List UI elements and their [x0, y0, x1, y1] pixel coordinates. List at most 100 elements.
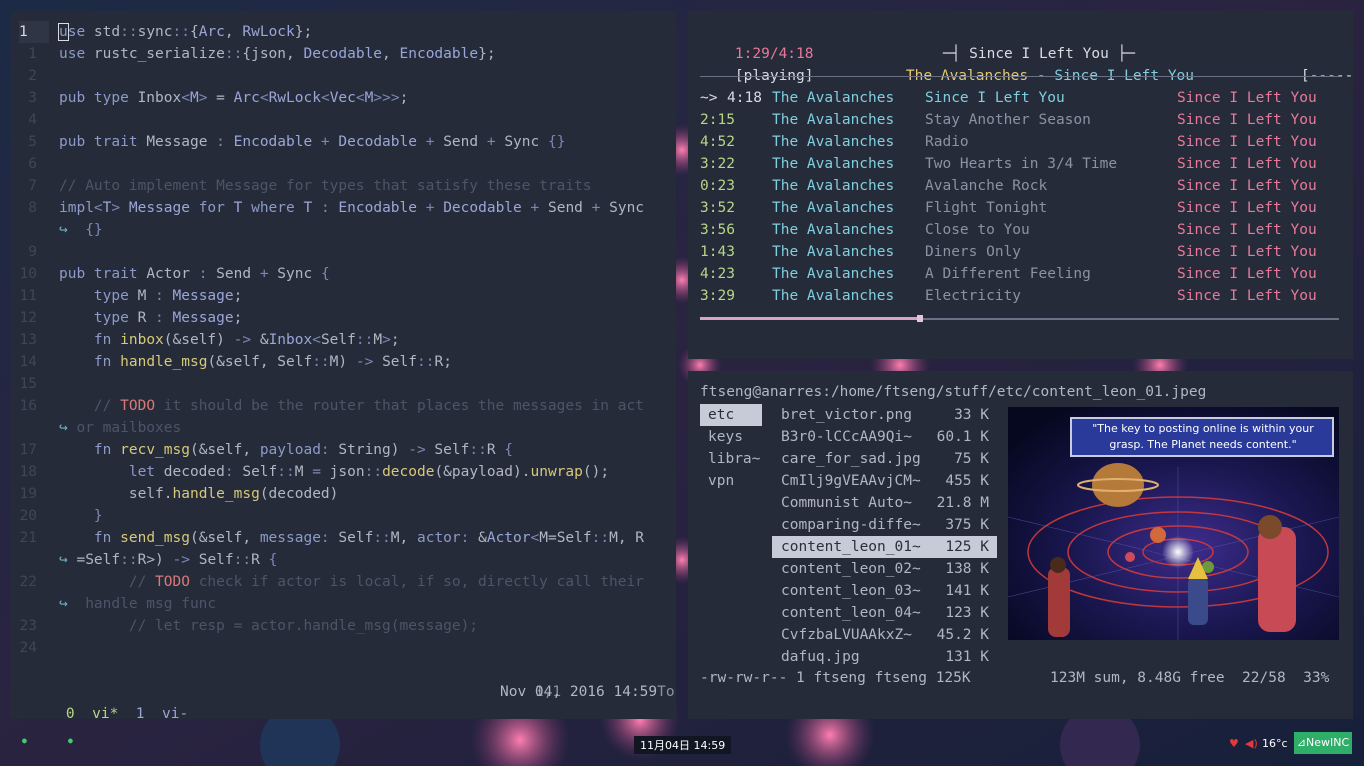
code-line[interactable]: 16 // TODO it should be the router that …	[11, 395, 676, 417]
line-number: 1	[28, 46, 37, 62]
code-token: +	[521, 200, 548, 216]
code-token: // Auto implement Message for types that…	[59, 178, 592, 194]
tmux-window-name[interactable]: vi*	[92, 706, 118, 719]
progress-handle[interactable]	[917, 315, 923, 322]
code-line[interactable]: ↪ handle msg func	[11, 593, 676, 615]
code-line[interactable]: 3 pub type Inbox<M> = Arc<RwLock<Vec<M>>>…	[11, 87, 676, 109]
code-line[interactable]: 1 use std::sync::{Arc, RwLock};	[11, 21, 676, 43]
code-line[interactable]: 14 fn handle_msg(&self, Self::M) -> Self…	[11, 351, 676, 373]
code-line[interactable]: 15	[11, 373, 676, 395]
code-token: unwrap	[530, 464, 583, 480]
code-line[interactable]: 11 type M : Message;	[11, 285, 676, 307]
track-artist: The Avalanches	[772, 134, 895, 150]
parent-dir-item[interactable]: etc	[700, 404, 762, 426]
volume-icon[interactable]: ◀)	[1245, 737, 1258, 750]
vim-editor-pane[interactable]: 1 use std::sync::{Arc, RwLock}; 1 use rustc…	[11, 11, 676, 719]
code-line[interactable]: 9	[11, 241, 676, 263]
code-line[interactable]: 1 use rustc_serialize::{json, Decodable, …	[11, 43, 676, 65]
code-token: <	[259, 90, 269, 106]
track-row[interactable]: 3:52 The Avalanches Flight Tonight Since I …	[688, 197, 1353, 219]
scroll-position: Top	[657, 684, 676, 700]
track-row[interactable]: 1:43 The Avalanches Diners Only Since I Lef…	[688, 241, 1353, 263]
code-line[interactable]: ↪ or mailboxes	[11, 417, 676, 439]
track-row[interactable]: 3:56 The Avalanches Close to You Since I Le…	[688, 219, 1353, 241]
code-token: ->	[233, 332, 252, 348]
code-token: >	[111, 200, 129, 216]
code-token: :	[155, 310, 173, 326]
newinc-button[interactable]: ⊿NewINC	[1294, 732, 1352, 754]
workspace-dot-icon[interactable]: ●	[22, 736, 27, 745]
code-token: };	[294, 24, 313, 40]
file-name: dafuq.jpg	[781, 649, 860, 665]
code-line[interactable]: 5 pub trait Message : Encodable + Decodab…	[11, 131, 676, 153]
code-token: Inbox	[268, 332, 313, 348]
code-line[interactable]: 10 pub trait Actor : Send + Sync {	[11, 263, 676, 285]
track-row[interactable]: 0:23 The Avalanches Avalanche Rock Since I …	[688, 175, 1353, 197]
code-line[interactable]: 7 // Auto implement Message for types tha…	[11, 175, 676, 197]
code-token: M=Self	[539, 530, 592, 546]
code-line[interactable]: 22 // TODO check if actor is local, if s…	[11, 571, 676, 593]
file-item[interactable]: dafuq.jpg 131 K	[772, 646, 997, 668]
line-number: 3	[28, 90, 37, 106]
code-token: ,	[224, 24, 243, 40]
code-line[interactable]: 4	[11, 109, 676, 131]
file-item[interactable]: comparing-diffe~ 375 K	[772, 514, 997, 536]
file-item[interactable]: content_leon_02~ 138 K	[772, 558, 997, 580]
code-line[interactable]: 20 }	[11, 505, 676, 527]
track-row[interactable]: 2:15 The Avalanches Stay Another Season Sin…	[688, 109, 1353, 131]
tmux-window-name[interactable]: vi-	[162, 706, 188, 719]
code-line[interactable]: 12 type R : Message;	[11, 307, 676, 329]
code-token: ↪	[59, 596, 77, 612]
taskbar-clock[interactable]: 11月04日 14:59	[634, 736, 732, 754]
code-token: =	[207, 90, 234, 106]
tmux-window-index[interactable]: 0	[66, 706, 75, 719]
ranger-file-manager-pane[interactable]: ftseng@anarres:/home/ftseng/stuff/etc/co…	[688, 371, 1353, 719]
parent-dir-item[interactable]: keys	[700, 426, 762, 448]
code-line[interactable]: 8 impl<T> Message for T where T : Encodab…	[11, 197, 676, 219]
code-line[interactable]: 19 self.handle_msg(decoded)	[11, 483, 676, 505]
code-token: Decodable	[338, 134, 417, 150]
track-row[interactable]: 3:22 The Avalanches Two Hearts in 3/4 Time…	[688, 153, 1353, 175]
code-text: fn send_msg(&self, message: Self::M, act…	[59, 527, 644, 549]
code-line[interactable]: 24	[11, 637, 676, 659]
parent-dir-item[interactable]: libra~	[700, 448, 762, 470]
file-item[interactable]: content_leon_04~ 123 K	[772, 602, 997, 624]
code-line[interactable]: 23 // let resp = actor.handle_msg(messag…	[11, 615, 676, 637]
code-token: let	[128, 464, 164, 480]
code-token: Message	[146, 134, 217, 150]
track-album: Since I Left You	[1177, 222, 1317, 238]
code-text: type R : Message;	[59, 307, 242, 329]
track-row[interactable]: ~> 4:18 The Avalanches Since I Left You Sinc…	[688, 87, 1353, 109]
code-line[interactable]: ↪ {}	[11, 219, 676, 241]
parent-dir-item[interactable]: vpn	[700, 470, 762, 492]
tmux-status: 0 vi* 1 vi-	[31, 681, 188, 719]
code-token: use	[59, 46, 86, 62]
file-item[interactable]: bret_victor.png 33 K	[772, 404, 997, 426]
code-line[interactable]: 17 fn recv_msg(&self, payload: String) -…	[11, 439, 676, 461]
track-row[interactable]: 4:23 The Avalanches A Different Feeling Sin…	[688, 263, 1353, 285]
code-token: handle_msg	[172, 486, 260, 502]
code-line[interactable]: 21 fn send_msg(&self, message: Self::M, …	[11, 527, 676, 549]
code-token: std	[85, 24, 121, 40]
file-item[interactable]: CvfzbaLVUAAkxZ~ 45.2 K	[772, 624, 997, 646]
ncmpcpp-pane[interactable]: 1:29/4:18 ─┤ Since I Left You ├─ [playin…	[688, 11, 1353, 359]
file-item[interactable]: care_for_sad.jpg 75 K	[772, 448, 997, 470]
tmux-window-index[interactable]: 1	[136, 706, 145, 719]
track-duration: 2:15	[700, 112, 735, 128]
code-line[interactable]: 18 let decoded: Self::M = json::decode(&…	[11, 461, 676, 483]
track-row[interactable]: 3:29 The Avalanches Electricity Since I Lef…	[688, 285, 1353, 307]
file-item[interactable]: Communist Auto~ 21.8 M	[772, 492, 997, 514]
code-line[interactable]: 13 fn inbox(&self) -> &Inbox<Self::M>;	[11, 329, 676, 351]
code-token: +	[416, 134, 444, 150]
file-item[interactable]: CmIlj9gVEAAvjCM~ 455 K	[772, 470, 997, 492]
file-item[interactable]: content_leon_01~ 125 K	[772, 536, 997, 558]
workspace-dot-icon[interactable]: ●	[68, 736, 73, 745]
code-line[interactable]: ↪ =Self::R>) -> Self::R {	[11, 549, 676, 571]
code-line[interactable]: 6	[11, 153, 676, 175]
track-row[interactable]: 4:52 The Avalanches Radio Since I Left You	[688, 131, 1353, 153]
file-item[interactable]: content_leon_03~ 141 K	[772, 580, 997, 602]
code-line[interactable]: 2	[11, 65, 676, 87]
file-item[interactable]: B3r0-lCCcAA9Qi~ 60.1 K	[772, 426, 997, 448]
file-name: content_leon_04~	[781, 605, 921, 621]
